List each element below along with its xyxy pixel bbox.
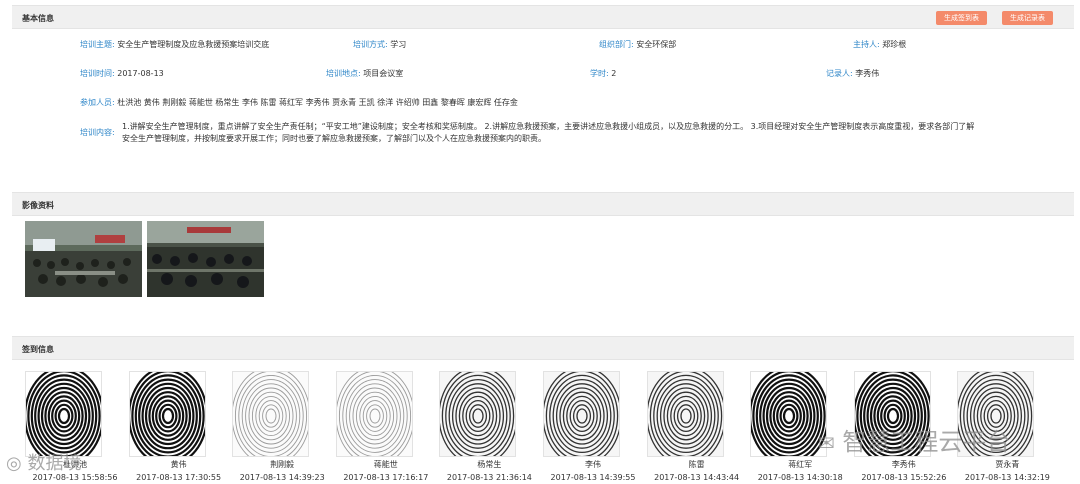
fingerprint-icon [336,372,412,456]
training-photo-1[interactable] [25,221,142,297]
signin-record: 杨常生 2017-08-13 21:36:14 [439,371,539,482]
signin-record: 荆刚毅 2017-08-13 14:39:23 [232,371,332,482]
generate-record-sheet-button[interactable]: 生成记录表 [1002,11,1053,25]
fingerprint-icon [26,372,101,456]
signin-name: 贾永青 [995,460,1020,469]
field-dept: 组织部门: 安全环保部 [599,40,677,49]
signin-time: 2017-08-13 14:32:19 [964,473,1050,482]
wechat-icon: ✉ [818,431,835,455]
signin-time: 2017-08-13 14:39:23 [239,473,325,482]
field-recorder: 记录人: 李秀伟 [826,69,880,78]
signin-name: 杨常生 [477,460,502,469]
fingerprint-icon [751,372,827,456]
signin-name: 蒋红军 [788,460,813,469]
field-method: 培训方式: 学习 [353,40,407,49]
signin-record: 李伟 2017-08-13 14:39:55 [543,371,643,482]
signin-time: 2017-08-13 21:36:14 [446,473,532,482]
field-host: 主持人: 郑珍根 [853,40,907,49]
field-content-label: 培训内容: [80,128,115,137]
left-watermark: ◎ 数据境 [6,453,82,474]
field-hours: 学时: 2 [590,69,617,78]
fingerprint-icon [129,372,205,456]
photo-2-image [147,221,264,297]
field-time: 培训时间: 2017-08-13 [80,69,164,78]
signin-time: 2017-08-13 17:30:55 [136,473,222,482]
signin-record: 黄伟 2017-08-13 17:30:55 [128,371,229,482]
training-photo-2[interactable] [147,221,264,297]
wechat-watermark: ✉ 智慧工程云平台 [818,428,1011,456]
signin-name: 李伟 [585,460,601,469]
fingerprint-icon [233,372,309,456]
media-title: 影像资料 [22,201,54,210]
signin-time: 2017-08-13 14:43:44 [654,473,740,482]
signin-record: 陈雷 2017-08-13 14:43:44 [646,371,747,482]
logo-icon: ◎ [6,453,22,474]
signin-time: 2017-08-13 17:16:17 [343,473,429,482]
signin-time: 2017-08-13 15:52:26 [861,473,947,482]
fingerprint-icon [544,372,619,456]
fingerprint-image[interactable] [543,371,620,457]
fingerprint-image[interactable] [335,371,413,457]
fingerprint-icon [647,372,723,456]
fingerprint-image[interactable] [128,371,206,457]
fingerprint-image[interactable] [439,371,517,457]
signin-title: 签到信息 [22,345,54,354]
basic-info-header: 基本信息 生成签到表 生成记录表 [12,5,1074,29]
signin-name: 荆刚毅 [270,460,295,469]
generate-sign-sheet-button[interactable]: 生成签到表 [936,11,987,25]
field-content-text: 1.讲解安全生产管理制度，重点讲解了安全生产责任制；“平安工地”建设制度；安全考… [122,122,975,143]
signin-header: 签到信息 [12,336,1074,360]
field-attendees: 参加人员: 杜洪池 黄伟 荆刚毅 蒋能世 杨常生 李伟 陈雷 蒋红军 李秀伟 贾… [80,98,518,107]
signin-record: 蒋能世 2017-08-13 17:16:17 [335,371,436,482]
signin-name: 李秀伟 [891,460,916,469]
signin-time: 2017-08-13 14:39:55 [550,473,636,482]
signin-name: 陈雷 [688,460,705,469]
photo-1-image [25,221,142,297]
signin-time: 2017-08-13 14:30:18 [757,473,843,482]
fingerprint-image[interactable] [25,371,102,457]
fingerprint-image[interactable] [232,371,310,457]
fingerprint-image[interactable] [750,371,828,457]
fingerprint-image[interactable] [646,371,724,457]
signin-name: 蒋能世 [373,460,398,469]
field-topic: 培训主题: 安全生产管理制度及应急救援预案培训交底 [80,40,270,49]
signin-name: 黄伟 [170,460,187,469]
basic-info-title: 基本信息 [22,14,54,23]
fingerprint-icon [440,372,516,456]
field-place: 培训地点: 项目会议室 [326,69,404,78]
media-header: 影像资料 [12,192,1074,216]
